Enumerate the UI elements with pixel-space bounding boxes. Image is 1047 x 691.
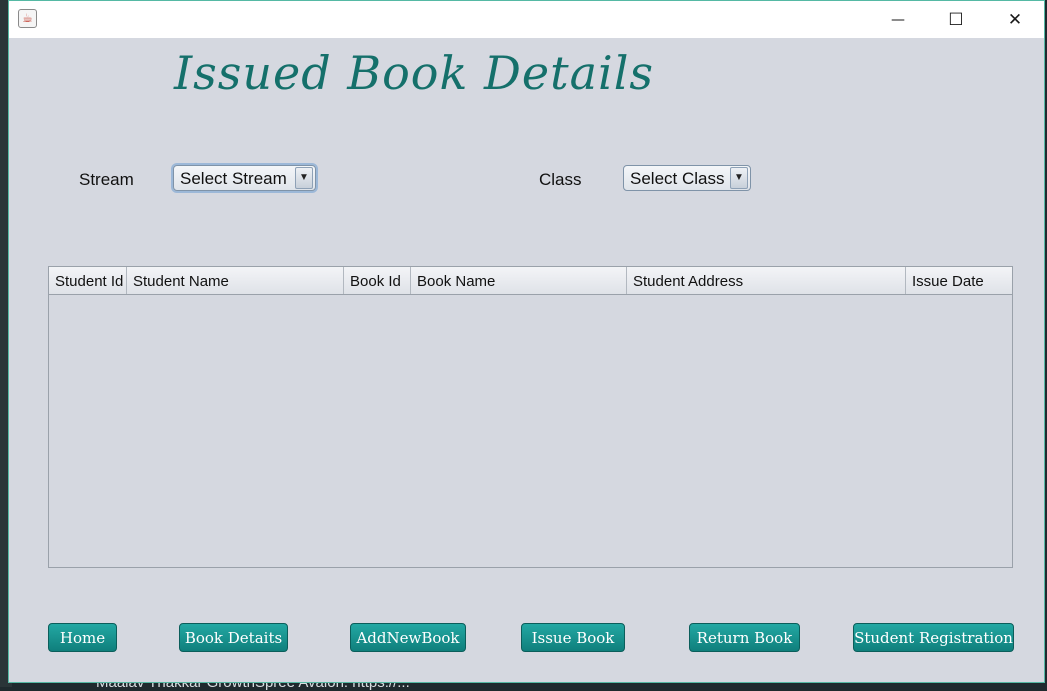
app-window: ☕ — ☐ ✕ Issued Book Details Stream Selec… xyxy=(8,0,1045,683)
main-panel: Issued Book Details Stream Select Stream… xyxy=(9,38,1044,682)
maximize-button[interactable]: ☐ xyxy=(927,1,985,38)
add-new-book-button[interactable]: AddNewBook xyxy=(350,623,466,652)
class-label: Class xyxy=(539,170,582,189)
column-header-book-name[interactable]: Book Name xyxy=(411,267,627,294)
column-header-student-id[interactable]: Student Id xyxy=(49,267,127,294)
home-button[interactable]: Home xyxy=(48,623,117,652)
column-header-book-id[interactable]: Book Id xyxy=(344,267,411,294)
issue-book-button[interactable]: Issue Book xyxy=(521,623,625,652)
class-dropdown[interactable]: Select Class ▼ xyxy=(623,165,751,191)
table-header: Student Id Student Name Book Id Book Nam… xyxy=(49,267,1012,295)
minimize-icon: — xyxy=(891,11,905,28)
title-bar: ☕ — ☐ ✕ xyxy=(9,1,1044,38)
close-icon: ✕ xyxy=(1007,9,1023,30)
stream-dropdown-value: Select Stream xyxy=(180,169,287,188)
chevron-down-icon[interactable]: ▼ xyxy=(295,167,313,189)
return-book-button[interactable]: Return Book xyxy=(689,623,800,652)
class-dropdown-value: Select Class xyxy=(630,169,725,188)
stream-dropdown[interactable]: Select Stream ▼ xyxy=(173,165,316,191)
chevron-down-icon[interactable]: ▼ xyxy=(730,167,748,189)
close-button[interactable]: ✕ xyxy=(986,1,1044,38)
column-header-student-address[interactable]: Student Address xyxy=(627,267,906,294)
column-header-issue-date[interactable]: Issue Date xyxy=(906,267,1012,294)
book-details-button[interactable]: Book Detaits xyxy=(179,623,288,652)
student-registration-button[interactable]: Student Registration xyxy=(853,623,1014,652)
page-title: Issued Book Details xyxy=(174,46,655,100)
minimize-button[interactable]: — xyxy=(869,1,927,38)
java-cup-icon[interactable]: ☕ xyxy=(18,9,37,28)
stream-label: Stream xyxy=(79,170,134,189)
maximize-icon: ☐ xyxy=(948,9,964,30)
issued-books-table[interactable]: Student Id Student Name Book Id Book Nam… xyxy=(48,266,1013,568)
column-header-student-name[interactable]: Student Name xyxy=(127,267,344,294)
